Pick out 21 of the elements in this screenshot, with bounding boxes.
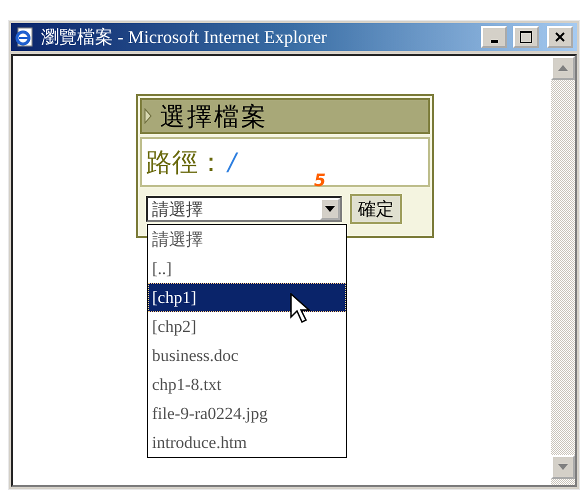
minimize-button[interactable] — [481, 26, 507, 48]
path-value: / — [228, 148, 236, 176]
panel-title: 選擇檔案 — [160, 100, 268, 132]
confirm-button[interactable]: 確定 — [350, 194, 402, 224]
close-icon — [554, 31, 566, 43]
scroll-up-button[interactable] — [551, 56, 575, 80]
scroll-down-button[interactable] — [551, 455, 575, 479]
browser-icon — [15, 27, 35, 47]
mouse-pointer-icon — [290, 293, 312, 325]
maximize-icon — [519, 30, 533, 44]
close-button[interactable] — [547, 26, 573, 48]
triangle-icon — [144, 108, 152, 124]
step-marker: 5 — [314, 171, 326, 191]
scrollbar[interactable] — [551, 56, 575, 485]
window-title: 瀏覽檔案 - Microsoft Internet Explorer — [41, 26, 328, 49]
up-arrow-icon — [558, 65, 568, 71]
minimize-icon — [490, 40, 498, 42]
maximize-button[interactable] — [513, 26, 539, 48]
path-label: 路徑： — [146, 146, 224, 180]
dropdown-option[interactable]: [chp1] — [148, 283, 346, 312]
down-arrow-icon — [558, 464, 568, 470]
